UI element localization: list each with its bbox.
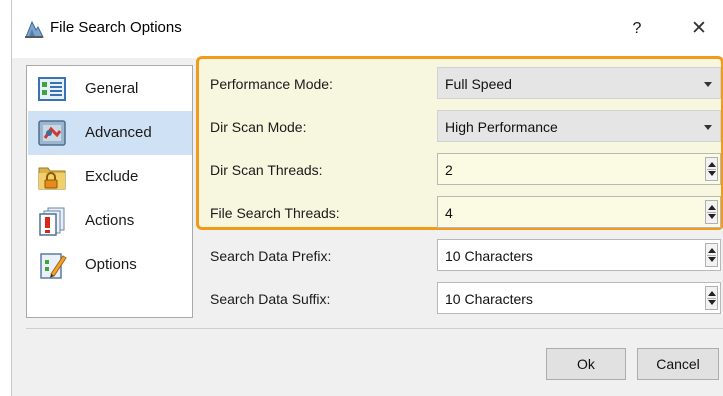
performance-mode-value: Full Speed xyxy=(445,76,512,92)
options-icon xyxy=(40,253,67,279)
spin-buttons[interactable] xyxy=(705,243,718,267)
search-data-suffix-stepper[interactable]: 10 Characters xyxy=(437,282,721,314)
spin-divider xyxy=(707,212,716,213)
spin-down-icon[interactable] xyxy=(708,300,716,305)
spin-divider xyxy=(707,298,716,299)
spin-down-icon[interactable] xyxy=(708,257,716,262)
actions-icon xyxy=(39,207,65,236)
dir-scan-mode-dropdown[interactable]: High Performance xyxy=(437,110,721,142)
spin-up-icon[interactable] xyxy=(708,205,716,210)
ok-button[interactable]: Ok xyxy=(546,348,626,380)
search-data-suffix-value: 10 Characters xyxy=(445,291,533,307)
sidebar-item-label: Actions xyxy=(85,212,135,229)
search-data-suffix-label: Search Data Suffix: xyxy=(210,291,331,307)
spin-buttons[interactable] xyxy=(705,157,718,181)
file-search-options-dialog: File Search Options ? ✕ General Advanced… xyxy=(11,0,723,396)
spin-buttons[interactable] xyxy=(705,200,718,224)
category-list: General Advanced Exclude Actions Options xyxy=(26,65,193,318)
sidebar-item-actions[interactable]: Actions xyxy=(28,199,192,243)
sidebar-item-advanced[interactable]: Advanced xyxy=(28,111,192,155)
close-button[interactable]: ✕ xyxy=(684,14,714,44)
dir-scan-threads-stepper[interactable]: 2 xyxy=(437,153,721,185)
title-bar: File Search Options ? ✕ xyxy=(12,0,723,58)
sidebar-item-options[interactable]: Options xyxy=(28,243,192,287)
advanced-icon xyxy=(38,120,66,146)
sidebar-item-label: Exclude xyxy=(85,168,139,185)
spin-divider xyxy=(707,255,716,256)
spin-up-icon[interactable] xyxy=(708,291,716,296)
footer-divider xyxy=(26,328,723,329)
sidebar-item-label: Advanced xyxy=(85,124,152,141)
help-button[interactable]: ? xyxy=(622,14,652,44)
app-icon xyxy=(25,20,44,38)
performance-mode-dropdown[interactable]: Full Speed xyxy=(437,67,721,99)
cancel-button[interactable]: Cancel xyxy=(637,348,719,380)
spin-up-icon[interactable] xyxy=(708,248,716,253)
spin-divider xyxy=(707,169,716,170)
sidebar-item-label: Options xyxy=(85,256,137,273)
spin-down-icon[interactable] xyxy=(708,171,716,176)
sidebar-item-general[interactable]: General xyxy=(28,67,192,111)
search-data-prefix-stepper[interactable]: 10 Characters xyxy=(437,239,721,271)
file-search-threads-label: File Search Threads: xyxy=(210,205,340,221)
dir-scan-mode-value: High Performance xyxy=(445,119,558,135)
sidebar-item-label: General xyxy=(85,80,139,97)
file-search-threads-stepper[interactable]: 4 xyxy=(437,196,721,228)
performance-mode-label: Performance Mode: xyxy=(210,76,333,92)
sidebar-item-exclude[interactable]: Exclude xyxy=(28,155,192,199)
dir-scan-mode-label: Dir Scan Mode: xyxy=(210,119,307,135)
window-title: File Search Options xyxy=(50,19,182,36)
search-data-prefix-value: 10 Characters xyxy=(445,248,533,264)
dir-scan-threads-label: Dir Scan Threads: xyxy=(210,162,323,178)
file-search-threads-value: 4 xyxy=(445,205,453,221)
spin-down-icon[interactable] xyxy=(708,214,716,219)
search-data-prefix-label: Search Data Prefix: xyxy=(210,248,332,264)
spin-up-icon[interactable] xyxy=(708,162,716,167)
exclude-lock-icon xyxy=(38,167,66,190)
chevron-down-icon xyxy=(704,82,712,87)
chevron-down-icon xyxy=(704,125,712,130)
spin-buttons[interactable] xyxy=(705,286,718,310)
general-icon xyxy=(38,77,66,101)
dir-scan-threads-value: 2 xyxy=(445,162,453,178)
